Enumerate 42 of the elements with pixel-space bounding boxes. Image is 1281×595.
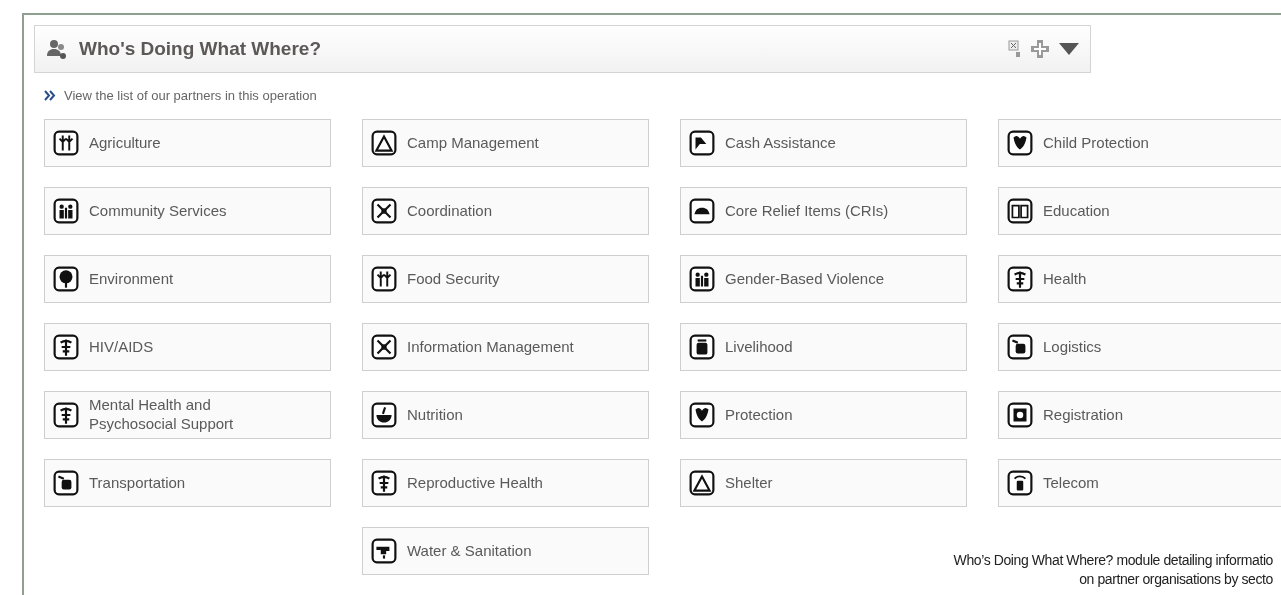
sector-button[interactable]: Food Security: [362, 255, 649, 303]
sector-button[interactable]: Livelihood: [680, 323, 967, 371]
people-icon: [689, 266, 715, 292]
sector-button[interactable]: Telecom: [998, 459, 1281, 507]
sector-button[interactable]: Mental Health and Psychosocial Support: [44, 391, 331, 439]
sector-button[interactable]: HIV/AIDS: [44, 323, 331, 371]
sector-button[interactable]: Protection: [680, 391, 967, 439]
phone-icon: [1007, 470, 1033, 496]
sector-button[interactable]: Gender-Based Violence: [680, 255, 967, 303]
partners-list-link[interactable]: View the list of our partners in this operation: [64, 87, 317, 103]
sector-button[interactable]: Shelter: [680, 459, 967, 507]
sector-button[interactable]: Information Management: [362, 323, 649, 371]
sector-button[interactable]: Coordination: [362, 187, 649, 235]
sector-button[interactable]: Core Relief Items (CRIs): [680, 187, 967, 235]
sector-button[interactable]: Community Services: [44, 187, 331, 235]
sector-button[interactable]: Education: [998, 187, 1281, 235]
add-icon[interactable]: [1030, 39, 1050, 59]
sector-button[interactable]: Registration: [998, 391, 1281, 439]
sector-button[interactable]: Transportation: [44, 459, 331, 507]
tent-icon: [371, 130, 397, 156]
excel-export-icon[interactable]: [1008, 40, 1022, 58]
sector-button[interactable]: Logistics: [998, 323, 1281, 371]
tent-icon: [689, 470, 715, 496]
jar-icon: [689, 334, 715, 360]
people-icon: [45, 37, 69, 61]
sector-button[interactable]: Water & Sanitation: [362, 527, 649, 575]
sector-button[interactable]: Reproductive Health: [362, 459, 649, 507]
bowl-icon: [371, 402, 397, 428]
sector-button[interactable]: Camp Management: [362, 119, 649, 167]
sector-button[interactable]: Agriculture: [44, 119, 331, 167]
people-icon: [53, 198, 79, 224]
sector-button[interactable]: Health: [998, 255, 1281, 303]
double-chevron-icon: [44, 89, 56, 101]
sector-button[interactable]: Environment: [44, 255, 331, 303]
dropdown-caret-icon[interactable]: [1058, 42, 1080, 56]
module-title: Who's Doing What Where?: [79, 38, 322, 60]
sector-button[interactable]: Cash Assistance: [680, 119, 967, 167]
sector-button[interactable]: Nutrition: [362, 391, 649, 439]
figure-caption: Who’s Doing What Where? module detailing informatio on partner organisations by secto: [953, 551, 1273, 589]
sector-button[interactable]: Child Protection: [998, 119, 1281, 167]
book-icon: [1007, 198, 1033, 224]
tree-icon: [53, 266, 79, 292]
